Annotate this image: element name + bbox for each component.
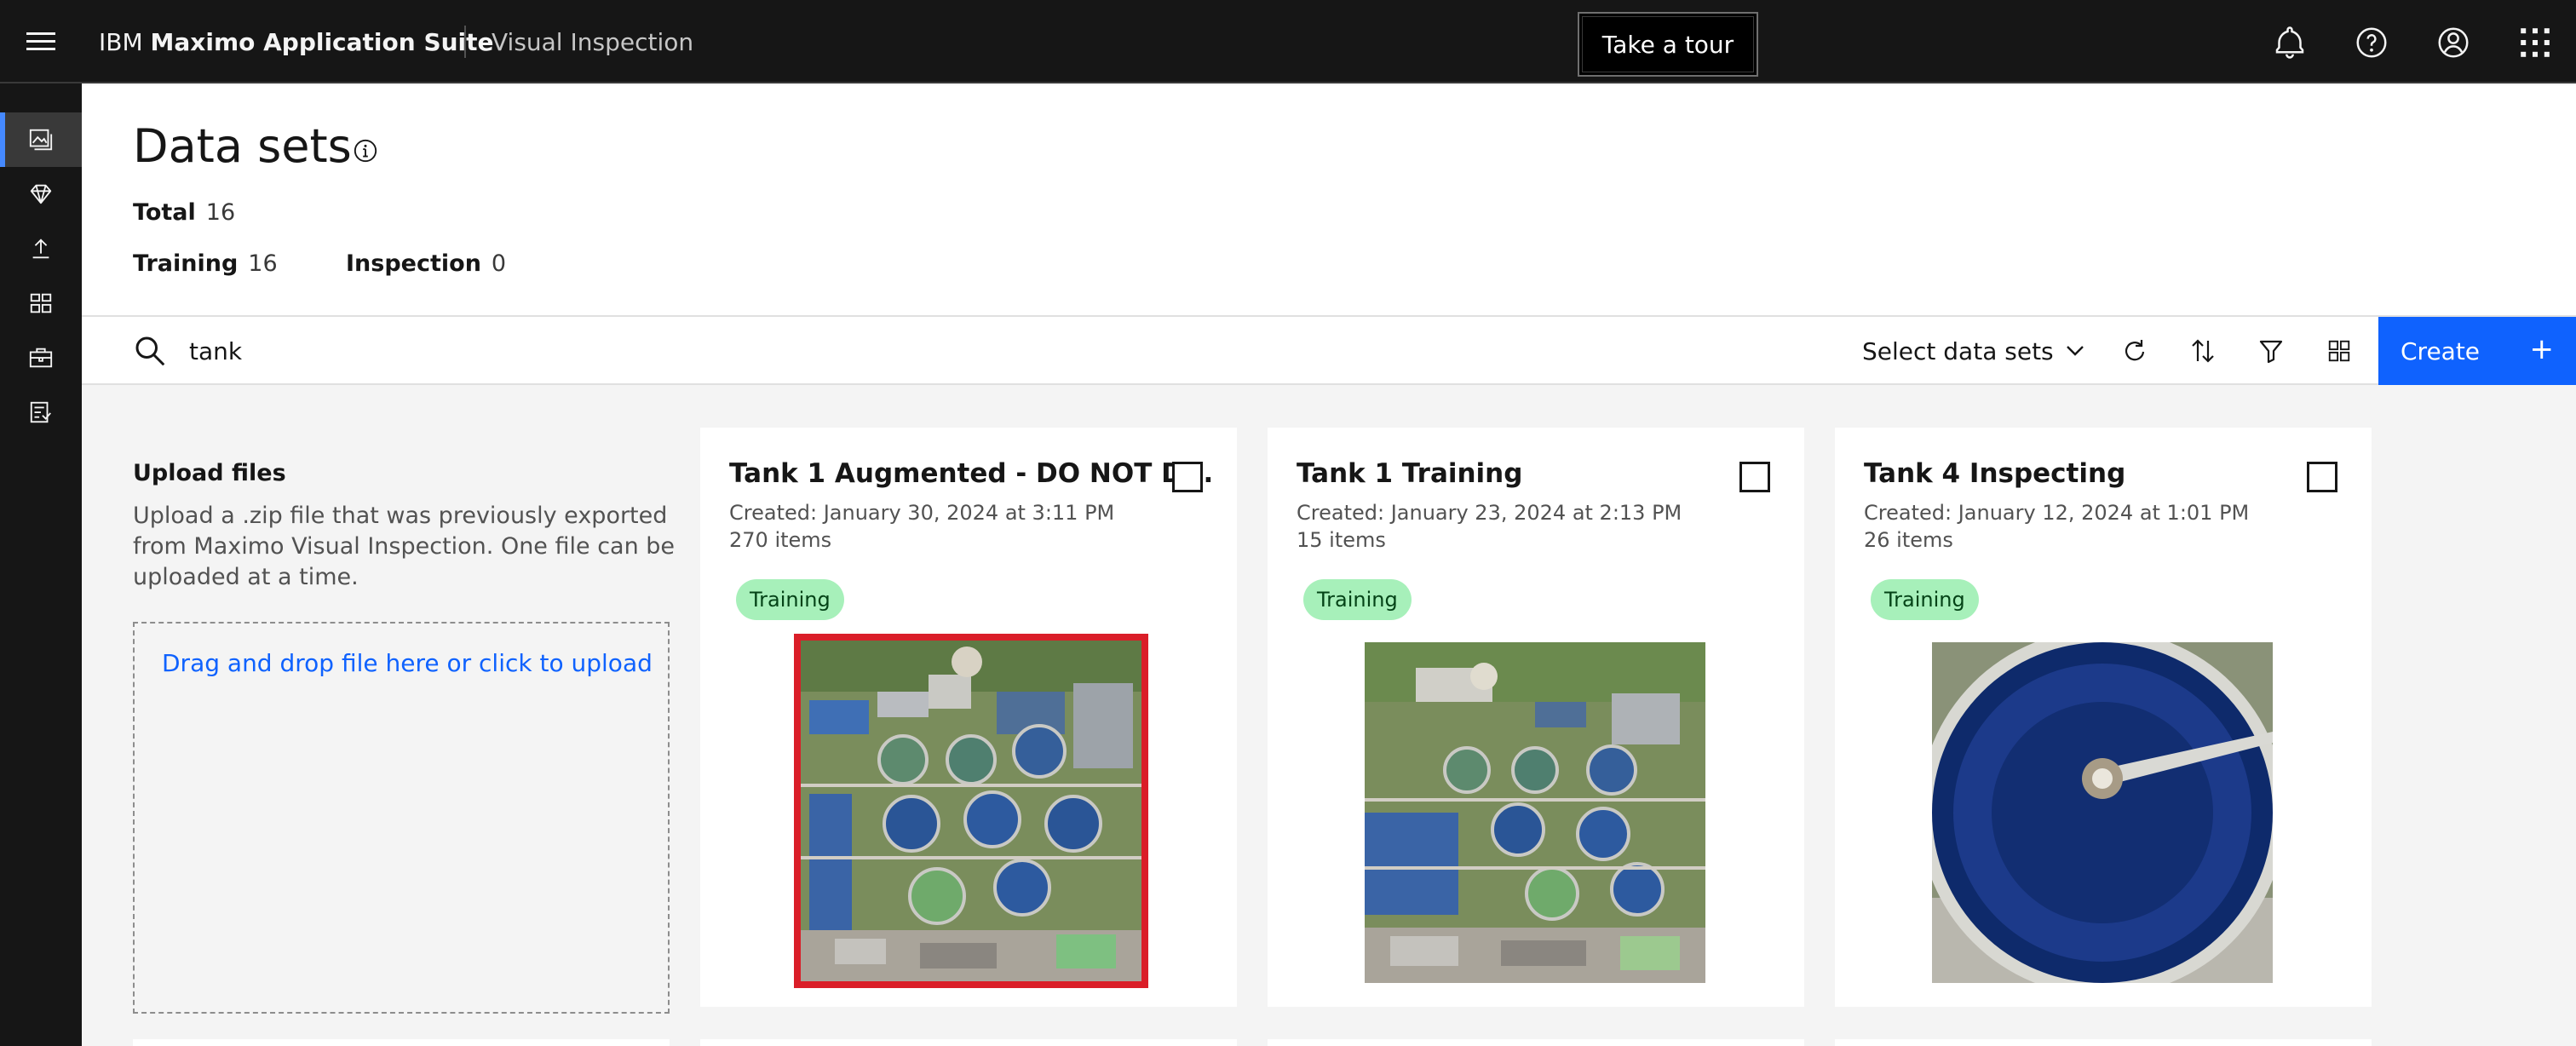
toolkit-icon bbox=[29, 348, 53, 368]
search-icon bbox=[135, 336, 165, 366]
brand-bold: Maximo Application Suite bbox=[150, 28, 494, 56]
side-nav bbox=[0, 83, 82, 1046]
header-divider bbox=[464, 26, 466, 58]
card-item-count: 270 items bbox=[729, 528, 832, 552]
brand-name[interactable]: IBM Maximo Application Suite bbox=[99, 28, 494, 56]
card-thumbnail[interactable] bbox=[1932, 642, 2273, 983]
projects-icon bbox=[30, 293, 52, 313]
card-title[interactable]: Tank 1 Training bbox=[1297, 458, 1522, 489]
card-tag: Training bbox=[1303, 579, 1412, 620]
nav-toolkit[interactable] bbox=[0, 330, 82, 385]
user-profile-button[interactable] bbox=[2429, 19, 2477, 66]
stat-inspection-label: Inspection bbox=[346, 250, 481, 277]
data-set-card[interactable]: Tank 1 Augmented - DO NOT D... Created: … bbox=[700, 428, 1237, 1007]
file-dropzone[interactable]: Drag and drop file here or click to uplo… bbox=[133, 622, 670, 1014]
aerial-plant-image bbox=[1365, 642, 1705, 983]
data-set-card[interactable]: Tank 4 Inspecting Created: January 12, 2… bbox=[1835, 428, 2372, 1007]
filter-button[interactable] bbox=[2251, 330, 2291, 371]
deploy-icon bbox=[32, 239, 49, 259]
notification-icon bbox=[2275, 26, 2304, 59]
card-item-count: 15 items bbox=[1297, 528, 1386, 552]
card-checkbox[interactable] bbox=[2307, 462, 2337, 492]
refresh-button[interactable] bbox=[2114, 330, 2155, 371]
stat-training-label: Training bbox=[133, 250, 239, 277]
nav-models[interactable] bbox=[0, 167, 82, 221]
card-thumbnail[interactable] bbox=[1365, 642, 1705, 983]
card-title[interactable]: Tank 1 Augmented - DO NOT D... bbox=[729, 458, 1213, 489]
search-input[interactable] bbox=[189, 329, 1211, 373]
app-switcher-icon bbox=[2521, 28, 2550, 57]
create-label: Create bbox=[2401, 336, 2481, 365]
stat-total-value: 16 bbox=[205, 199, 236, 226]
next-row-card bbox=[133, 1039, 670, 1046]
stat-training: Training 16 bbox=[133, 250, 278, 277]
nav-reports[interactable] bbox=[0, 385, 82, 440]
upload-description: Upload a .zip file that was previously e… bbox=[133, 503, 676, 590]
take-a-tour-button[interactable]: Take a tour bbox=[1578, 12, 1758, 77]
nav-projects[interactable] bbox=[0, 276, 82, 330]
card-meta: Created: January 30, 2024 at 3:11 PM 270… bbox=[729, 499, 1114, 554]
stat-inspection: Inspection 0 bbox=[346, 250, 506, 277]
select-data-sets-dropdown[interactable]: Select data sets bbox=[1862, 329, 2084, 373]
product-name[interactable]: Visual Inspection bbox=[492, 28, 693, 56]
stat-training-value: 16 bbox=[248, 250, 278, 277]
reports-icon bbox=[30, 401, 51, 423]
card-tag: Training bbox=[736, 579, 844, 620]
page-header: Data sets Total 16 Training 16 Inspection 0 bbox=[82, 85, 2576, 317]
add-icon: + bbox=[2529, 332, 2555, 366]
next-row-card bbox=[1835, 1039, 2372, 1046]
select-data-sets-label: Select data sets bbox=[1862, 336, 2054, 365]
stat-inspection-value: 0 bbox=[491, 250, 507, 277]
upload-title: Upload files bbox=[133, 460, 286, 486]
card-title[interactable]: Tank 4 Inspecting bbox=[1864, 458, 2125, 489]
hamburger-menu-button[interactable] bbox=[0, 0, 82, 83]
grid-view-icon bbox=[2328, 340, 2350, 362]
data-sets-icon bbox=[29, 129, 53, 151]
card-checkbox[interactable] bbox=[1172, 462, 1203, 492]
page-title: Data sets bbox=[133, 119, 352, 173]
data-sets-toolbar: Select data sets Create + bbox=[82, 317, 2576, 385]
user-icon bbox=[2438, 27, 2469, 58]
create-button[interactable]: Create + bbox=[2378, 317, 2576, 385]
brand-prefix: IBM bbox=[99, 28, 143, 56]
nav-deploy[interactable] bbox=[0, 221, 82, 276]
data-set-card[interactable]: Tank 1 Training Created: January 23, 202… bbox=[1268, 428, 1804, 1007]
next-row-card bbox=[700, 1039, 1237, 1046]
card-item-count: 26 items bbox=[1864, 528, 1953, 552]
chevron-down-icon bbox=[2066, 346, 2084, 356]
app-switcher-button[interactable] bbox=[2511, 19, 2559, 66]
card-created: Created: January 23, 2024 at 2:13 PM bbox=[1297, 501, 1682, 525]
card-checkbox[interactable] bbox=[1739, 462, 1770, 492]
stat-total-label: Total bbox=[133, 199, 196, 226]
card-created: Created: January 30, 2024 at 3:11 PM bbox=[729, 501, 1115, 525]
card-created: Created: January 12, 2024 at 1:01 PM bbox=[1864, 501, 2250, 525]
dropzone-label[interactable]: Drag and drop file here or click to uplo… bbox=[162, 649, 653, 677]
notifications-button[interactable] bbox=[2266, 19, 2314, 66]
aerial-plant-image bbox=[801, 641, 1141, 981]
sort-button[interactable] bbox=[2182, 330, 2223, 371]
card-tag: Training bbox=[1871, 579, 1979, 620]
refresh-icon bbox=[2125, 340, 2145, 361]
help-button[interactable] bbox=[2348, 19, 2395, 66]
grid-view-button[interactable] bbox=[2319, 330, 2360, 371]
models-icon bbox=[30, 184, 52, 204]
stat-total: Total 16 bbox=[133, 199, 235, 226]
info-icon[interactable] bbox=[353, 138, 378, 164]
help-icon bbox=[2356, 27, 2387, 58]
next-row-card bbox=[1268, 1039, 1804, 1046]
top-header: IBM Maximo Application Suite Visual Insp… bbox=[0, 0, 2576, 83]
card-meta: Created: January 23, 2024 at 2:13 PM 15 … bbox=[1297, 499, 1682, 554]
sort-icon bbox=[2192, 339, 2214, 363]
card-thumbnail[interactable] bbox=[794, 634, 1148, 988]
filter-icon bbox=[2259, 340, 2283, 364]
menu-icon bbox=[26, 32, 55, 50]
clarifier-tank-image bbox=[1932, 642, 2273, 983]
card-meta: Created: January 12, 2024 at 1:01 PM 26 … bbox=[1864, 499, 2249, 554]
nav-data-sets[interactable] bbox=[0, 112, 82, 167]
